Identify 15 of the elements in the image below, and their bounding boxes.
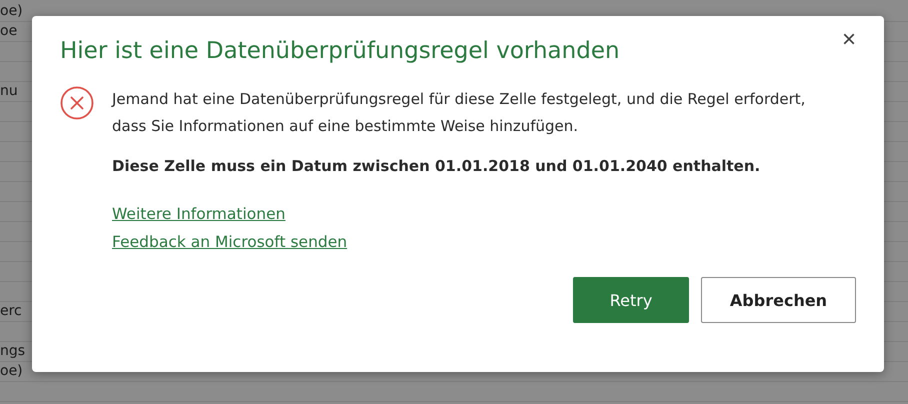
close-button[interactable]: × [842, 28, 856, 52]
cell-text: nu [0, 83, 18, 99]
help-link[interactable]: Weitere Informationen [112, 200, 286, 228]
cell-text: erc [0, 303, 22, 319]
dialog-title: Hier ist eine Datenüberprüfungsregel vorhanden [60, 38, 620, 64]
cancel-button[interactable]: Abbrechen [701, 277, 856, 323]
cell-text: ngs [0, 343, 26, 359]
message-text: Jemand hat eine Datenüberprüfungsregel für diese Zelle festgelegt, und die Regel erfordert, dass Sie Informationen auf eine bestimmte Weise hinzufügen. [112, 89, 806, 137]
retry-button[interactable]: Retry [573, 277, 689, 323]
cell-text: oe) [0, 363, 23, 379]
cell-text: oe) [0, 3, 23, 19]
cell-text: oe [0, 23, 18, 39]
error-icon [60, 86, 94, 120]
help-link[interactable]: Feedback an Microsoft senden [112, 228, 348, 256]
rule-text: Diese Zelle muss ein Datum zwischen 01.01.2018 und 01.01.2040 enthalten. [112, 156, 762, 177]
